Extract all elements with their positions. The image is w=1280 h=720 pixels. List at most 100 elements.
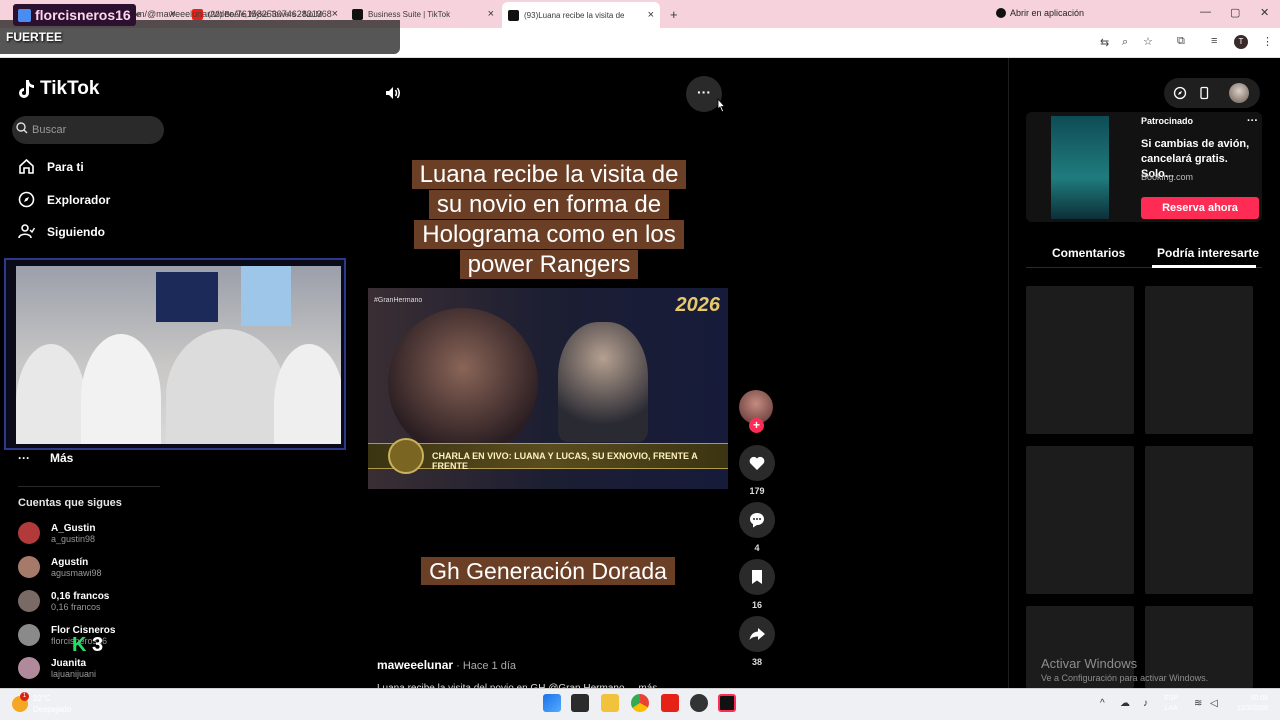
windows-start-icon[interactable] (543, 694, 561, 712)
nav-more[interactable]: ··· Más (18, 451, 73, 465)
microphone-icon[interactable]: ♪ (1143, 698, 1148, 709)
mouse-cursor-icon (717, 98, 726, 113)
home-icon (19, 158, 34, 174)
language-indicator[interactable]: ESP LAA (1164, 694, 1178, 714)
obs-icon[interactable] (690, 694, 708, 712)
account-name: 0,16 francos (51, 590, 110, 602)
follow-plus-button[interactable]: + (749, 418, 764, 433)
zoom-icon[interactable]: ⌕ (1122, 36, 1128, 49)
extensions-icon[interactable]: ⧉ (1177, 35, 1185, 48)
avatar (18, 522, 40, 544)
clock[interactable]: 00:08 12/3/2026 (1228, 694, 1268, 714)
compass-icon[interactable] (1173, 86, 1187, 100)
following-account[interactable]: Juanita lajuanijuani (18, 657, 96, 679)
user-avatar[interactable] (1229, 83, 1249, 103)
k-glyph: K (72, 634, 87, 656)
translate-icon[interactable]: ⇆ (1100, 36, 1109, 49)
video-thumbnail[interactable] (1145, 286, 1253, 434)
tiktok-icon (996, 8, 1006, 18)
minimize-icon[interactable]: — (1200, 6, 1211, 18)
post-time: · Hace 1 día (453, 660, 517, 672)
video-thumbnail[interactable] (1145, 446, 1253, 594)
avatar (18, 590, 40, 612)
ad-thumbnail[interactable] (1051, 116, 1109, 219)
profile-avatar[interactable]: T (1234, 35, 1248, 49)
person (558, 322, 648, 442)
lang-secondary: LAA (1164, 705, 1178, 712)
reserve-now-button[interactable]: Reserva ahora (1141, 197, 1259, 219)
clip-year: 2026 (675, 294, 721, 316)
video-caption-top: Luana recibe la visita de su novio en fo… (401, 160, 697, 280)
youtube-icon[interactable] (661, 694, 679, 712)
account-handle: 0,16 francos (51, 601, 101, 612)
open-in-app-button[interactable]: Abrir en aplicación (996, 8, 1084, 18)
bookmark-star-icon[interactable]: ☆ (1143, 35, 1153, 48)
share-arrow-icon (749, 628, 765, 640)
following-account[interactable]: Agustín agusmawi98 (18, 556, 102, 578)
phone-icon[interactable] (1197, 86, 1211, 100)
media-icon[interactable]: ≡ (1211, 35, 1217, 47)
task-view-icon[interactable] (571, 694, 589, 712)
weather-temperature: 22°C (33, 694, 51, 703)
author-name[interactable]: maweeelunar (377, 658, 453, 672)
nav-following[interactable]: Siguiendo (18, 223, 105, 240)
following-account[interactable]: A_Gustin a_gustin98 (18, 522, 95, 544)
person (274, 344, 341, 444)
like-button[interactable] (739, 445, 775, 481)
share-button[interactable] (739, 616, 775, 652)
caption-text: Luana recibe la visita de su novio en fo… (411, 160, 687, 279)
notification-badge: 1 (20, 692, 29, 701)
tiktok-icon (19, 80, 34, 98)
browser-menu-icon[interactable]: ⋮ (1262, 35, 1273, 48)
file-explorer-icon[interactable] (601, 694, 619, 712)
nav-explore[interactable]: Explorador (18, 191, 110, 208)
avatar (18, 556, 40, 578)
tiktok-icon[interactable] (718, 694, 736, 712)
search-input[interactable]: Buscar (12, 116, 164, 144)
comment-button[interactable] (739, 502, 775, 538)
video-thumbnail[interactable] (1026, 286, 1134, 434)
save-count: 16 (751, 600, 762, 610)
weather-description: Despejado (33, 705, 72, 714)
clip-hashtag: #GranHermano (374, 297, 423, 304)
url-field[interactable]: tiktok.com/@maweeelunar/video/7615825307… (104, 9, 332, 19)
tab-active-tiktok[interactable]: (93)Luana recibe la visita de × (502, 2, 660, 28)
tiktok-logo[interactable]: TikTok (17, 78, 99, 100)
jersey-image (156, 272, 218, 322)
restore-icon[interactable]: ▢ (1230, 6, 1240, 19)
tray-expand-icon[interactable]: ^ (1100, 698, 1105, 709)
heart-icon (749, 456, 765, 470)
speaker-icon[interactable]: ◁ (1210, 698, 1218, 709)
following-account[interactable]: 0,16 francos 0,16 francos (18, 590, 109, 612)
ad-more-icon[interactable]: ··· (1247, 115, 1258, 127)
open-app-label: Abrir en aplicación (1010, 8, 1085, 18)
wifi-icon[interactable]: ≋ (1194, 698, 1202, 709)
bookmark-icon (752, 570, 762, 584)
nav-label: Para ti (47, 159, 84, 174)
tray-cloud-icon[interactable]: ☁ (1120, 698, 1130, 709)
nav-for-you[interactable]: Para ti (18, 158, 84, 175)
close-window-icon[interactable]: ✕ (1260, 6, 1269, 19)
volume-icon[interactable] (384, 84, 402, 102)
tiktok-logo-text: TikTok (40, 78, 100, 99)
account-name: A_Gustin (51, 522, 96, 534)
tab-may-interest[interactable]: Podría interesarte (1157, 246, 1259, 260)
close-icon[interactable]: × (332, 8, 338, 20)
jersey-image (241, 266, 291, 326)
comment-icon (750, 513, 764, 528)
clock-date: 12/3/2026 (1236, 705, 1268, 712)
chrome-icon[interactable] (631, 694, 649, 712)
webcam-scene (16, 266, 341, 444)
clip-banner: CHARLA EN VIVO: LUANA Y LUCAS, SU EXNOVI… (368, 438, 728, 474)
new-tab-button[interactable]: + (664, 4, 684, 24)
save-button[interactable] (739, 559, 775, 595)
stream-overlay-label: FUERTEE (6, 30, 63, 44)
activate-windows-title: Activar Windows (1041, 656, 1138, 671)
person (16, 344, 86, 444)
account-name: Juanita (51, 657, 87, 669)
close-icon[interactable]: × (648, 9, 654, 21)
close-icon[interactable]: × (488, 8, 494, 20)
video-thumbnail[interactable] (1026, 446, 1134, 594)
tiktok-icon (508, 9, 519, 21)
tab-comments[interactable]: Comentarios (1052, 246, 1125, 260)
